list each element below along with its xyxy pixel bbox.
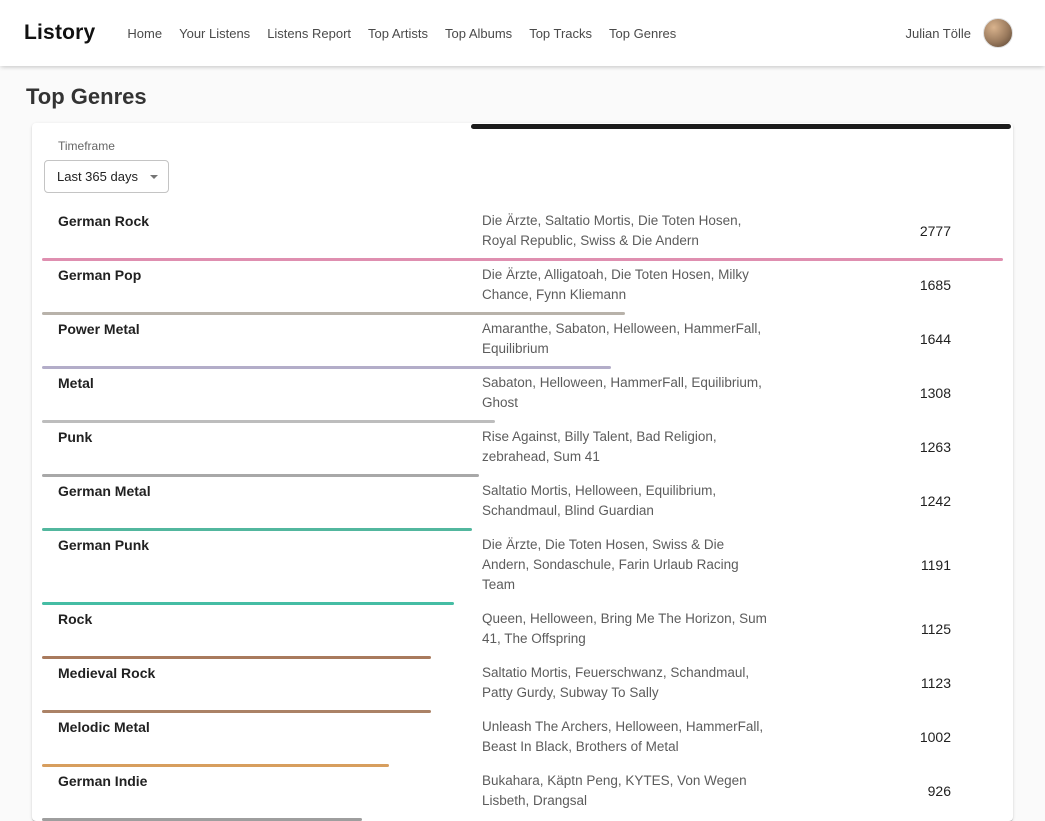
- genre-count: 1002: [772, 729, 1003, 745]
- brand-logo[interactable]: Listory: [24, 21, 95, 45]
- genre-count: 1123: [772, 675, 1003, 691]
- nav-item-top-tracks[interactable]: Top Tracks: [529, 26, 592, 41]
- genre-row: Melodic Metal Unleash The Archers, Hello…: [42, 713, 1003, 767]
- nav-links: Home Your Listens Listens Report Top Artist…: [127, 26, 905, 41]
- chevron-down-icon: [150, 175, 158, 179]
- genre-name: Melodic Metal: [42, 717, 482, 737]
- genre-row: German Punk Die Ärzte, Die Toten Hosen, …: [42, 531, 1003, 605]
- genre-artists: Rise Against, Billy Talent, Bad Religion…: [482, 427, 772, 467]
- genre-name: Medieval Rock: [42, 663, 482, 683]
- timeframe-select[interactable]: Last 365 days: [44, 160, 169, 193]
- genre-name: German Indie: [42, 771, 482, 791]
- timeframe-control: Timeframe Last 365 days: [42, 133, 1013, 195]
- genre-artists: Sabaton, Helloween, HammerFall, Equilibr…: [482, 373, 772, 413]
- genre-count: 1125: [772, 621, 1003, 637]
- genre-row: German Indie Bukahara, Käptn Peng, KYTES…: [42, 767, 1003, 821]
- genre-artists: Saltatio Mortis, Helloween, Equilibrium,…: [482, 481, 772, 521]
- timeframe-label: Timeframe: [58, 139, 1005, 153]
- genre-artists: Saltatio Mortis, Feuerschwanz, Schandmau…: [482, 663, 772, 703]
- genre-name: Power Metal: [42, 319, 482, 339]
- genre-row: Metal Sabaton, Helloween, HammerFall, Eq…: [42, 369, 1003, 423]
- genre-row: German Rock Die Ärzte, Saltatio Mortis, …: [42, 207, 1003, 261]
- page-title: Top Genres: [26, 84, 1019, 110]
- timeframe-value: Last 365 days: [57, 169, 138, 184]
- genre-name: German Rock: [42, 211, 482, 231]
- genre-name: Metal: [42, 373, 482, 393]
- genre-name: German Pop: [42, 265, 482, 285]
- nav-item-your-listens[interactable]: Your Listens: [179, 26, 250, 41]
- genre-count: 926: [772, 783, 1003, 799]
- genre-row: Punk Rise Against, Billy Talent, Bad Rel…: [42, 423, 1003, 477]
- horizontal-scrollbar-thumb[interactable]: [471, 124, 1011, 129]
- genre-row: German Pop Die Ärzte, Alligatoah, Die To…: [42, 261, 1003, 315]
- user-menu[interactable]: Julian Tölle: [905, 18, 1013, 48]
- genre-artists: Die Ärzte, Alligatoah, Die Toten Hosen, …: [482, 265, 772, 305]
- genre-artists: Die Ärzte, Die Toten Hosen, Swiss & Die …: [482, 535, 772, 595]
- genre-artists: Bukahara, Käptn Peng, KYTES, Von Wegen L…: [482, 771, 772, 811]
- nav-item-top-genres[interactable]: Top Genres: [609, 26, 676, 41]
- genre-artists: Queen, Helloween, Bring Me The Horizon, …: [482, 609, 772, 649]
- genre-row: German Metal Saltatio Mortis, Helloween,…: [42, 477, 1003, 531]
- genre-name: Rock: [42, 609, 482, 629]
- content-card: Timeframe Last 365 days German Rock Die …: [32, 123, 1013, 821]
- nav-item-home[interactable]: Home: [127, 26, 162, 41]
- genre-row: Rock Queen, Helloween, Bring Me The Hori…: [42, 605, 1003, 659]
- genre-artists: Unleash The Archers, Helloween, HammerFa…: [482, 717, 772, 757]
- genre-name: German Metal: [42, 481, 482, 501]
- genre-artists: Amaranthe, Sabaton, Helloween, HammerFal…: [482, 319, 772, 359]
- genres-table: German Rock Die Ärzte, Saltatio Mortis, …: [42, 207, 1013, 821]
- main-content: Top Genres Timeframe Last 365 days Germa…: [0, 84, 1045, 821]
- genre-count: 1242: [772, 493, 1003, 509]
- genre-count: 1308: [772, 385, 1003, 401]
- app-bar: Listory Home Your Listens Listens Report To…: [0, 0, 1045, 66]
- nav-item-top-albums[interactable]: Top Albums: [445, 26, 512, 41]
- genre-count: 1685: [772, 277, 1003, 293]
- nav-item-listens-report[interactable]: Listens Report: [267, 26, 351, 41]
- genre-row: Medieval Rock Saltatio Mortis, Feuerschw…: [42, 659, 1003, 713]
- genre-name: German Punk: [42, 535, 482, 555]
- user-name: Julian Tölle: [905, 26, 971, 41]
- genre-count: 2777: [772, 223, 1003, 239]
- genre-count: 1644: [772, 331, 1003, 347]
- genre-artists: Die Ärzte, Saltatio Mortis, Die Toten Ho…: [482, 211, 772, 251]
- nav-item-top-artists[interactable]: Top Artists: [368, 26, 428, 41]
- genre-name: Punk: [42, 427, 482, 447]
- genre-count: 1191: [772, 557, 1003, 573]
- genre-row: Power Metal Amaranthe, Sabaton, Hellowee…: [42, 315, 1003, 369]
- genre-count: 1263: [772, 439, 1003, 455]
- user-avatar[interactable]: [983, 18, 1013, 48]
